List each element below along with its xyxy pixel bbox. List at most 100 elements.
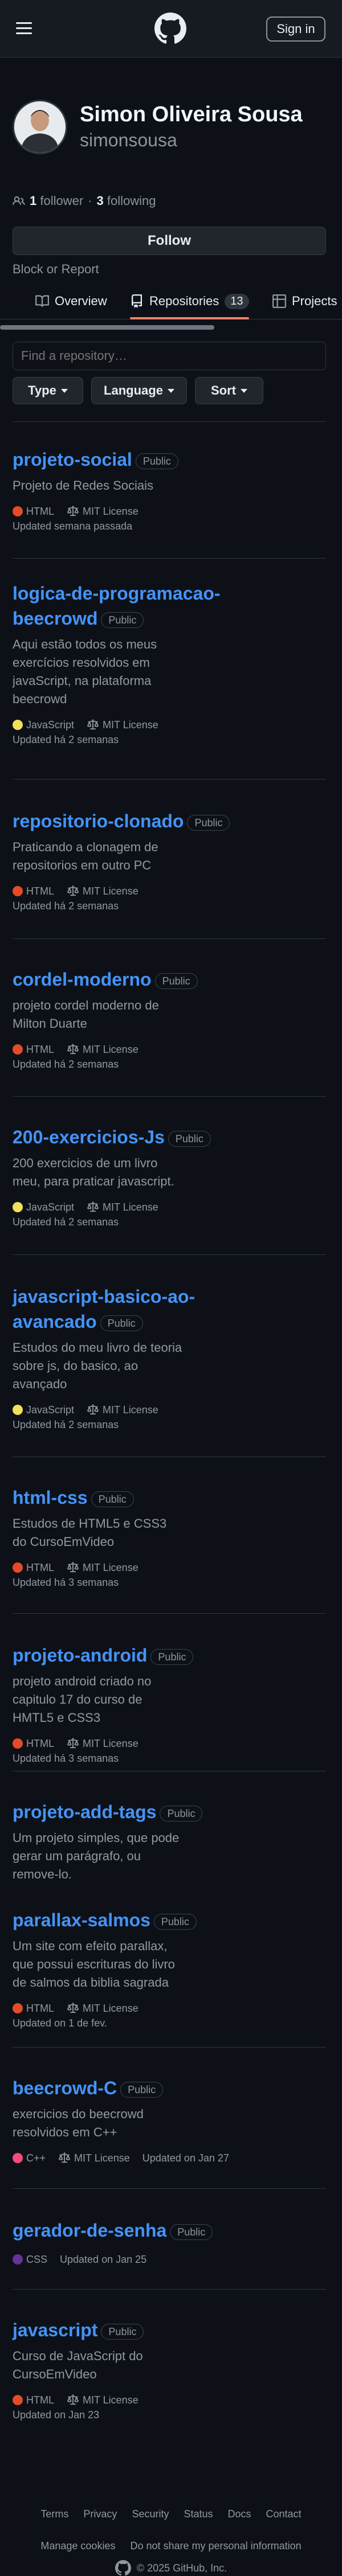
- repo-license[interactable]: MIT License: [87, 1402, 158, 1417]
- repo-name-link[interactable]: 200-exercicios-Js: [13, 1127, 165, 1147]
- law-icon: [59, 2152, 71, 2163]
- menu-icon[interactable]: [13, 18, 35, 39]
- repo-name-link[interactable]: repositorio-clonado: [13, 811, 184, 831]
- divider: [13, 2047, 326, 2048]
- follow-button[interactable]: Follow: [13, 227, 326, 255]
- footer-link[interactable]: Manage cookies: [40, 2537, 115, 2554]
- language-color-dot: [13, 1562, 23, 1573]
- sign-in-button[interactable]: Sign in: [266, 17, 325, 42]
- footer-link[interactable]: Security: [132, 2505, 169, 2522]
- repo-card: parallax-salmos Public Um site com efeito …: [13, 1908, 326, 2031]
- language-color-dot: [13, 1202, 23, 1212]
- visibility-badge: Public: [154, 973, 198, 989]
- page-footer: Terms Privacy Security Status Docs Contact Man…: [0, 2505, 342, 2576]
- repo-card: cordel-moderno Public projeto cordel moder…: [13, 967, 326, 1072]
- footer-link[interactable]: Do not share my personal information: [130, 2537, 301, 2554]
- repo-name-link[interactable]: parallax-salmos: [13, 1910, 150, 1930]
- repo-name-link[interactable]: javascript: [13, 2320, 97, 2340]
- book-icon: [35, 295, 49, 307]
- repo-card: projeto-social Public Projeto de Redes Soc…: [13, 447, 326, 534]
- github-logo-icon[interactable]: [154, 13, 186, 44]
- footer-link[interactable]: Privacy: [83, 2505, 117, 2522]
- tab-projects[interactable]: Projects: [272, 285, 337, 318]
- visibility-badge: Public: [120, 2081, 164, 2098]
- repo-updated-time: Updated on Jan 23: [13, 2409, 100, 2421]
- repo-language: JavaScript: [13, 1200, 74, 1215]
- repo-license[interactable]: MIT License: [67, 1042, 139, 1057]
- tab-overview[interactable]: Overview: [35, 285, 107, 318]
- repo-updated-time: Updated há 2 semanas: [13, 1419, 119, 1430]
- repo-name-link[interactable]: cordel-moderno: [13, 969, 152, 990]
- repo-card: projeto-android Public projeto android cri…: [13, 1643, 326, 1766]
- footer-link[interactable]: Terms: [40, 2505, 68, 2522]
- repo-card: logica-de-programacao-beecrowd Public Aqui…: [13, 581, 326, 747]
- repo-card: beecrowd-C Public exercicios do beecrowd r…: [13, 2075, 326, 2165]
- repo-name-link[interactable]: projeto-add-tags: [13, 1802, 156, 1822]
- repo-language: HTML: [13, 1560, 54, 1575]
- law-icon: [67, 2003, 79, 2013]
- repo-meta: JavaScript MIT License Updated há 2 semana…: [13, 717, 229, 747]
- avatar[interactable]: [13, 100, 67, 154]
- profile-username: simonsousa: [80, 130, 177, 150]
- repo-meta: JavaScript MIT License Updated há 2 semana…: [13, 1200, 229, 1229]
- following-link[interactable]: 3 following: [97, 194, 156, 208]
- repo-card: repositorio-clonado Public Praticando a cl…: [13, 809, 326, 913]
- repo-updated-time: Updated on Jan 25: [60, 2254, 147, 2265]
- repo-meta: JavaScript MIT License Updated há 2 semana…: [13, 1402, 229, 1432]
- repo-license[interactable]: MIT License: [87, 717, 158, 732]
- repo-license[interactable]: MIT License: [67, 2393, 139, 2407]
- tab-repositories[interactable]: Repositories 13: [130, 285, 249, 319]
- sort-dropdown[interactable]: Sort: [195, 377, 263, 404]
- divider: [13, 2188, 326, 2189]
- repo-name-link[interactable]: html-css: [13, 1487, 88, 1508]
- divider: [13, 1613, 326, 1614]
- find-repository-input[interactable]: [13, 342, 326, 370]
- followers-link[interactable]: 1 follower: [30, 194, 83, 208]
- repo-updated-time: Updated há 3 semanas: [13, 1753, 119, 1764]
- repo-name-link[interactable]: projeto-social: [13, 449, 132, 470]
- repo-name-link[interactable]: projeto-android: [13, 1645, 147, 1666]
- repo-license[interactable]: MIT License: [67, 1560, 139, 1575]
- repo-license[interactable]: MIT License: [67, 1736, 139, 1751]
- divider: [13, 938, 326, 939]
- language-color-dot: [13, 1044, 23, 1055]
- language-color-dot: [13, 2003, 23, 2013]
- language-color-dot: [13, 2153, 23, 2163]
- repo-license[interactable]: MIT License: [67, 884, 139, 899]
- repo-meta: C++ MIT License Updated on Jan 27: [13, 2151, 229, 2165]
- repo-language: JavaScript: [13, 1402, 74, 1417]
- law-icon: [67, 1738, 79, 1749]
- visibility-badge: Public: [135, 453, 178, 469]
- table-icon: [272, 294, 286, 308]
- repo-meta: HTML MIT License Updated há 2 semanas: [13, 1042, 229, 1072]
- repo-license[interactable]: MIT License: [67, 2001, 139, 2016]
- type-dropdown[interactable]: Type: [13, 377, 83, 404]
- law-icon: [67, 885, 79, 896]
- tabs-scrollbar[interactable]: [0, 325, 214, 330]
- visibility-badge: Public: [101, 2323, 144, 2340]
- repo-description: Praticando a clonagem de repositorios em…: [13, 840, 158, 872]
- footer-link[interactable]: Contact: [266, 2505, 302, 2522]
- footer-link[interactable]: Status: [184, 2505, 213, 2522]
- block-or-report-link[interactable]: Block or Report: [13, 262, 99, 277]
- language-dropdown[interactable]: Language: [91, 377, 187, 404]
- repo-description: Projeto de Redes Sociais: [13, 478, 154, 493]
- repo-description: Um site com efeito parallax, que possui …: [13, 1939, 175, 1990]
- repo-meta: HTML MIT License Updated há 3 semanas: [13, 1736, 229, 1766]
- repo-name-link[interactable]: gerador-de-senha: [13, 2220, 166, 2241]
- repo-language: CSS: [13, 2252, 47, 2267]
- repo-meta: HTML MIT License Updated há 2 semanas: [13, 884, 229, 913]
- repo-updated-time: Updated há 2 semanas: [13, 1059, 119, 1070]
- github-mark-icon[interactable]: [115, 2560, 131, 2576]
- repo-card: 200-exercicios-Js Public 200 exercicios de…: [13, 1125, 326, 1229]
- language-color-dot: [13, 1405, 23, 1415]
- repo-license[interactable]: MIT License: [58, 2151, 130, 2165]
- repo-card: javascript-basico-ao-avancado Public Estud…: [13, 1284, 326, 1432]
- repo-license[interactable]: MIT License: [67, 504, 139, 519]
- footer-link[interactable]: Docs: [228, 2505, 251, 2522]
- repo-name-link[interactable]: beecrowd-C: [13, 2078, 117, 2098]
- repo-icon: [132, 294, 142, 308]
- repo-license[interactable]: MIT License: [87, 1200, 158, 1215]
- repo-language: JavaScript: [13, 717, 74, 732]
- law-icon: [67, 1044, 79, 1055]
